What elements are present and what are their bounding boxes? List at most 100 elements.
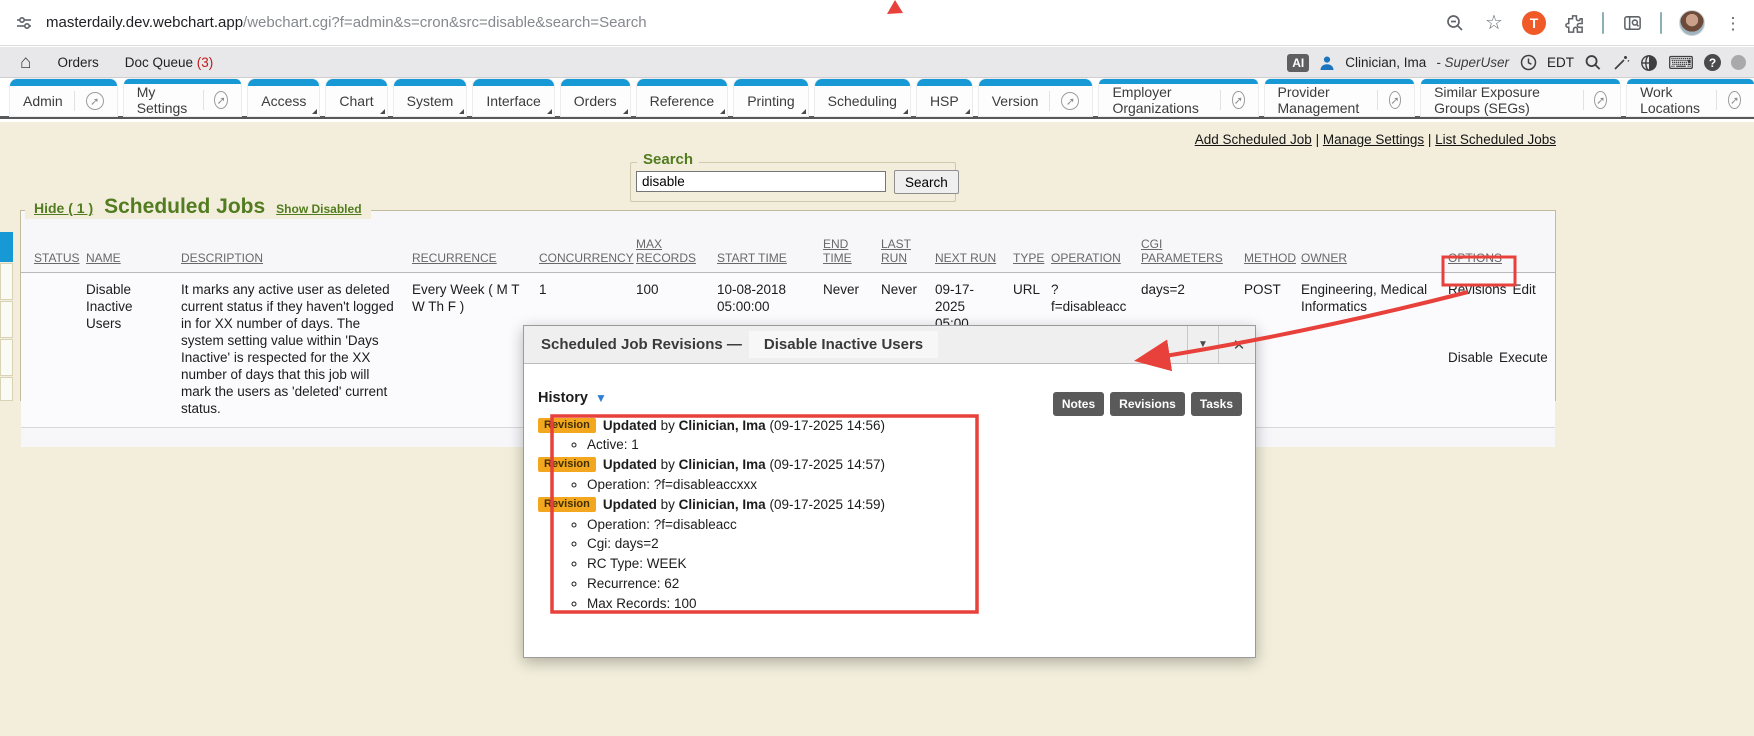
popout-icon[interactable]: ➚ (86, 92, 104, 110)
tab-work-locations[interactable]: Work Locations➚ (1627, 79, 1754, 116)
list-scheduled-jobs-link[interactable]: List Scheduled Jobs (1435, 132, 1556, 147)
tab-hsp[interactable]: HSP (917, 79, 972, 116)
globe-icon[interactable] (1640, 54, 1658, 72)
col-end-time[interactable]: END TIME (823, 237, 881, 265)
tab-version[interactable]: Version➚ (979, 79, 1093, 116)
extensions-puzzle-icon[interactable] (1563, 12, 1585, 34)
tab-orders[interactable]: Orders (561, 79, 630, 116)
col-description[interactable]: DESCRIPTION (181, 251, 412, 265)
popout-icon[interactable]: ➚ (1389, 91, 1401, 109)
link-separator: | (1312, 132, 1323, 147)
user-name[interactable]: Clinician, Ima (1345, 55, 1426, 70)
tab-my-settings[interactable]: My Settings➚ (124, 79, 242, 116)
revision-detail: Cgi: days=2 (587, 534, 1241, 554)
tab-similar-exposure-groups[interactable]: Similar Exposure Groups (SEGs)➚ (1421, 79, 1620, 116)
keyboard-icon[interactable]: ⌨ (1668, 54, 1694, 72)
orders-link[interactable]: Orders (57, 55, 98, 70)
side-search-icon[interactable] (1621, 12, 1643, 34)
tab-scheduling[interactable]: Scheduling (815, 79, 910, 116)
extension-avatar-icon[interactable]: T (1522, 11, 1546, 35)
help-icon[interactable]: ? (1704, 54, 1721, 71)
col-concurrency[interactable]: CONCURRENCY (539, 251, 636, 265)
revision-action: Updated (603, 497, 657, 512)
col-last-run[interactable]: LAST RUN (881, 237, 935, 265)
col-recurrence[interactable]: RECURRENCE (412, 251, 539, 265)
rail-cell[interactable] (0, 301, 13, 338)
tab-label: HSP (930, 93, 959, 109)
col-type[interactable]: TYPE (1013, 251, 1051, 265)
search-icon[interactable] (1584, 54, 1602, 72)
revision-user: Clinician, Ima (679, 457, 766, 472)
disable-option-link[interactable]: Disable (1448, 349, 1493, 417)
tab-access[interactable]: Access (248, 79, 319, 116)
tab-divider (74, 91, 75, 111)
tab-printing[interactable]: Printing (734, 79, 807, 116)
col-method[interactable]: METHOD (1244, 251, 1301, 265)
job-owner: Engineering, Medical Informatics (1301, 281, 1448, 417)
tab-employer-organizations[interactable]: Employer Organizations➚ (1099, 79, 1257, 116)
col-options[interactable]: OPTIONS (1448, 251, 1555, 265)
manage-settings-link[interactable]: Manage Settings (1323, 132, 1424, 147)
popout-icon[interactable]: ➚ (1594, 91, 1607, 109)
hide-link[interactable]: Hide ( 1 ) (34, 200, 93, 216)
popout-icon[interactable]: ➚ (1728, 91, 1741, 109)
tab-interface[interactable]: Interface (473, 79, 553, 116)
job-description: It marks any active user as deleted curr… (181, 281, 412, 417)
col-max-records[interactable]: MAX RECORDS (636, 237, 717, 265)
popout-icon[interactable]: ➚ (214, 91, 228, 109)
zoom-out-icon[interactable] (1444, 12, 1466, 34)
tab-reference[interactable]: Reference (637, 79, 728, 116)
col-name[interactable]: NAME (86, 251, 181, 265)
dialog-menu-caret-icon[interactable]: ▼ (1187, 326, 1219, 363)
tab-chart[interactable]: Chart (326, 79, 386, 116)
menu-corner-icon (312, 109, 317, 114)
dialog-title-job-name: Disable Inactive Users (749, 331, 938, 358)
revisions-option-link[interactable]: Revisions (1448, 281, 1507, 349)
edit-option-link[interactable]: Edit (1513, 281, 1536, 349)
rail-cell[interactable] (0, 263, 13, 300)
site-settings-icon[interactable] (14, 13, 34, 33)
rail-cell[interactable] (0, 339, 13, 376)
bookmark-star-icon[interactable]: ☆ (1483, 12, 1505, 34)
col-cgi-parameters[interactable]: CGI PARAMETERS (1141, 237, 1244, 265)
search-button[interactable]: Search (894, 170, 959, 194)
url-field[interactable]: masterdaily.dev.webchart.app/webchart.cg… (46, 14, 647, 31)
revisions-button[interactable]: Revisions (1110, 392, 1185, 416)
col-start-time[interactable]: START TIME (717, 251, 823, 265)
dialog-body: History ▼ Notes Revisions Tasks Revision… (524, 364, 1255, 658)
profile-avatar[interactable] (1679, 10, 1705, 36)
browser-address-bar: masterdaily.dev.webchart.app/webchart.cg… (0, 0, 1754, 46)
popout-icon[interactable]: ➚ (1061, 92, 1079, 110)
ai-badge[interactable]: AI (1287, 54, 1309, 72)
tab-provider-management[interactable]: Provider Management➚ (1265, 79, 1415, 116)
col-next-run[interactable]: NEXT RUN (935, 251, 1013, 265)
tab-divider (1583, 90, 1584, 110)
rail-cell[interactable] (0, 377, 13, 401)
notes-button[interactable]: Notes (1053, 392, 1104, 416)
tab-admin[interactable]: Admin➚ (10, 79, 117, 116)
execute-option-link[interactable]: Execute (1499, 349, 1548, 417)
scheduled-jobs-legend: Hide ( 1 ) Scheduled Jobs Show Disabled (25, 195, 371, 219)
add-scheduled-job-link[interactable]: Add Scheduled Job (1195, 132, 1312, 147)
revision-list: Revision Updated by Clinician, Ima (09-1… (538, 415, 1241, 614)
tab-label: Orders (574, 93, 617, 109)
dialog-close-icon[interactable]: ✕ (1223, 326, 1255, 363)
col-operation[interactable]: OPERATION (1051, 251, 1141, 265)
popout-icon[interactable]: ➚ (1232, 91, 1244, 109)
home-icon[interactable]: ⌂ (20, 53, 31, 72)
dialog-header[interactable]: Scheduled Job Revisions —Disable Inactiv… (524, 326, 1255, 364)
search-input[interactable] (636, 171, 886, 192)
magic-wand-icon[interactable] (1612, 54, 1630, 72)
menu-corner-icon (965, 109, 970, 114)
col-owner[interactable]: OWNER (1301, 251, 1448, 265)
doc-queue-link[interactable]: Doc Queue (3) (125, 55, 214, 70)
revision-detail: Operation: ?f=disableacc (587, 515, 1241, 535)
show-disabled-link[interactable]: Show Disabled (276, 202, 361, 216)
rail-selected-cell[interactable] (0, 232, 13, 262)
scheduled-job-action-links: Add Scheduled Job | Manage Settings | Li… (1195, 132, 1556, 147)
user-icon (1319, 55, 1335, 71)
tab-system[interactable]: System (394, 79, 467, 116)
browser-menu-icon[interactable]: ⋮ (1722, 12, 1744, 34)
col-status[interactable]: STATUS (34, 251, 86, 265)
tasks-button[interactable]: Tasks (1191, 392, 1242, 416)
